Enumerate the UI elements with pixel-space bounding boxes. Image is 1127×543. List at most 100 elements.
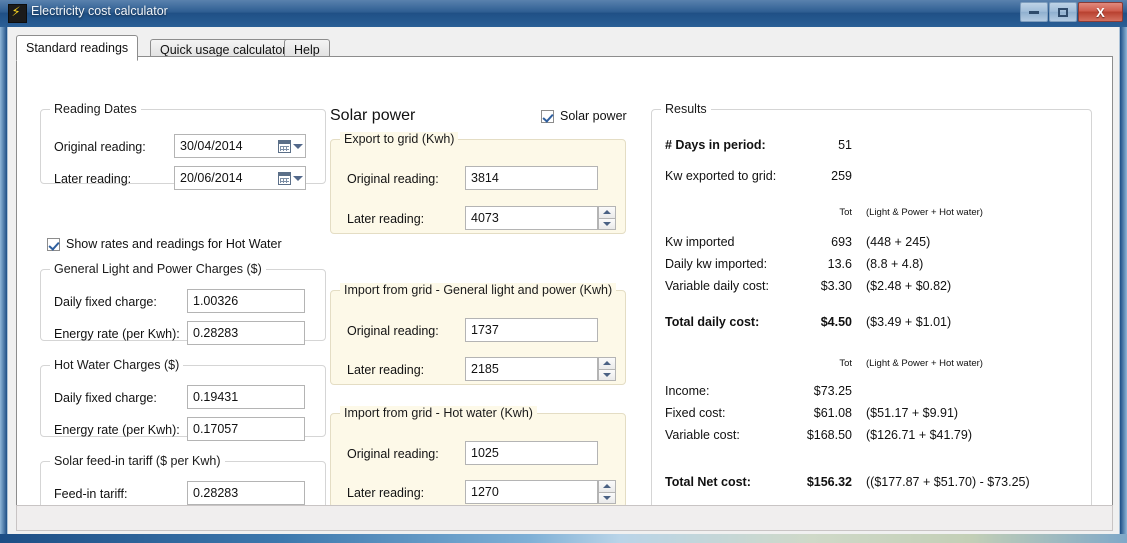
maximize-icon <box>1058 7 1068 17</box>
calendar-dropdown-button[interactable] <box>275 167 305 189</box>
tab-label: Help <box>294 43 320 57</box>
tab-label: Quick usage calculator <box>160 43 287 57</box>
hot-water-energy-rate-input[interactable]: 0.17057 <box>187 417 305 441</box>
show-hot-water-checkbox[interactable]: Show rates and readings for Hot Water <box>47 237 282 251</box>
kw-imported-label: Kw imported <box>665 235 735 249</box>
spinner-up-button[interactable] <box>598 357 616 369</box>
total-daily-cost-value: $4.50 <box>820 315 852 329</box>
client-area: Standard readings Quick usage calculator… <box>7 27 1120 534</box>
calendar-icon <box>277 139 291 153</box>
kw-exported-label: Kw exported to grid: <box>665 169 777 183</box>
application-window: Electricity cost calculator X Standard r… <box>0 0 1127 543</box>
cost-col-total-header: Tot <box>839 358 852 369</box>
window-border-bottom <box>0 534 1127 543</box>
arrow-down-icon <box>603 495 611 500</box>
import-hot-water-later-label: Later reading: <box>347 486 425 500</box>
reading-dates-group-title: Reading Dates <box>50 102 141 116</box>
solar-power-heading: Solar power <box>330 107 416 124</box>
later-reading-date-label: Later reading: <box>54 172 132 186</box>
total-daily-cost-label: Total daily cost: <box>665 315 760 329</box>
arrow-down-icon <box>603 221 611 226</box>
total-net-cost-breakdown: (($177.87 + $51.70) - $73.25) <box>866 475 1030 489</box>
later-reading-date-value: 20/06/2014 <box>180 171 243 185</box>
hot-water-daily-fixed-input[interactable]: 0.19431 <box>187 385 305 409</box>
spinner-down-button[interactable] <box>598 217 616 230</box>
spinner-down-button[interactable] <box>598 368 616 381</box>
hot-water-energy-rate-label: Energy rate (per Kwh): <box>54 423 180 437</box>
variable-cost-value: $168.50 <box>806 428 852 442</box>
import-general-original-input[interactable]: 1737 <box>465 318 598 342</box>
solar-tariff-group-title: Solar feed-in tariff ($ per Kwh) <box>50 454 225 468</box>
export-original-input[interactable]: 3814 <box>465 166 598 190</box>
checkbox-checked-icon <box>541 109 554 123</box>
import-hot-water-later-input[interactable]: 1270 <box>465 480 598 504</box>
import-general-original-label: Original reading: <box>347 324 439 338</box>
feed-in-tariff-label: Feed-in tariff: <box>54 487 128 501</box>
feed-in-tariff-input[interactable]: 0.28283 <box>187 481 305 505</box>
solar-power-checkbox[interactable]: Solar power <box>541 109 627 123</box>
solar-power-checkbox-label: Solar power <box>560 109 627 123</box>
original-reading-date-value: 30/04/2014 <box>180 139 243 153</box>
income-label: Income: <box>665 384 710 398</box>
variable-daily-cost-value: $3.30 <box>820 279 852 293</box>
general-daily-fixed-label: Daily fixed charge: <box>54 295 157 309</box>
export-later-label: Later reading: <box>347 212 425 226</box>
chevron-down-icon <box>292 143 303 149</box>
income-value: $73.25 <box>813 384 852 398</box>
general-energy-rate-input[interactable]: 0.28283 <box>187 321 305 345</box>
tab-label: Standard readings <box>26 41 129 55</box>
daily-kw-imported-value: 13.6 <box>827 257 852 271</box>
fixed-cost-value: $61.08 <box>813 406 852 420</box>
export-later-input[interactable]: 4073 <box>465 206 598 230</box>
daily-kw-imported-breakdown: (8.8 + 4.8) <box>866 257 924 271</box>
general-daily-fixed-input[interactable]: 1.00326 <box>187 289 305 313</box>
minimize-button[interactable] <box>1020 2 1048 22</box>
close-button[interactable]: X <box>1078 2 1123 22</box>
maximize-button[interactable] <box>1049 2 1077 22</box>
window-border-right <box>1120 0 1127 543</box>
spinner-up-button[interactable] <box>598 480 616 492</box>
status-bar <box>16 505 1113 531</box>
window-controls: X <box>1020 2 1123 22</box>
results-group-title: Results <box>661 102 711 116</box>
later-reading-date-picker[interactable]: 20/06/2014 <box>174 166 306 190</box>
arrow-up-icon <box>603 361 611 366</box>
title-bar[interactable]: Electricity cost calculator X <box>0 0 1127 27</box>
import-general-later-label: Later reading: <box>347 363 425 377</box>
import-general-later-input[interactable]: 2185 <box>465 357 598 381</box>
export-later-spinner[interactable] <box>598 206 616 230</box>
chevron-down-icon <box>292 175 303 181</box>
spinner-down-button[interactable] <box>598 491 616 504</box>
import-hot-water-original-input[interactable]: 1025 <box>465 441 598 465</box>
total-daily-cost-breakdown: ($3.49 + $1.01) <box>866 315 952 329</box>
import-hot-water-later-spinner[interactable] <box>598 480 616 504</box>
checkbox-checked-icon <box>47 237 60 251</box>
import-hot-water-group-title: Import from grid - Hot water (Kwh) <box>340 406 537 420</box>
arrow-up-icon <box>603 484 611 489</box>
kw-exported-value: 259 <box>831 169 852 183</box>
spinner-up-button[interactable] <box>598 206 616 218</box>
tab-standard-readings[interactable]: Standard readings <box>16 35 139 61</box>
hot-water-daily-fixed-label: Daily fixed charge: <box>54 391 157 405</box>
lightning-bolt-icon <box>8 4 27 23</box>
close-icon: X <box>1096 4 1105 20</box>
general-charges-group-title: General Light and Power Charges ($) <box>50 262 266 276</box>
tab-page-standard-readings: Reading Dates Original reading: 30/04/20… <box>16 56 1113 526</box>
arrow-up-icon <box>603 210 611 215</box>
variable-cost-breakdown: ($126.71 + $41.79) <box>866 428 972 442</box>
window-title: Electricity cost calculator <box>31 4 168 18</box>
original-reading-date-picker[interactable]: 30/04/2014 <box>174 134 306 158</box>
export-original-label: Original reading: <box>347 172 439 186</box>
kw-imported-value: 693 <box>831 235 852 249</box>
arrow-down-icon <box>603 372 611 377</box>
total-net-cost-label: Total Net cost: <box>665 475 751 489</box>
title-bar-gloss <box>0 0 1127 13</box>
fixed-cost-breakdown: ($51.17 + $9.91) <box>866 406 959 420</box>
calendar-dropdown-button[interactable] <box>275 135 305 157</box>
cost-col-breakdown-header: (Light & Power + Hot water) <box>866 358 983 369</box>
import-hot-water-original-label: Original reading: <box>347 447 439 461</box>
hot-water-charges-group-title: Hot Water Charges ($) <box>50 358 184 372</box>
import-general-later-spinner[interactable] <box>598 357 616 381</box>
kw-imported-breakdown: (448 + 245) <box>866 235 931 249</box>
variable-cost-label: Variable cost: <box>665 428 740 442</box>
